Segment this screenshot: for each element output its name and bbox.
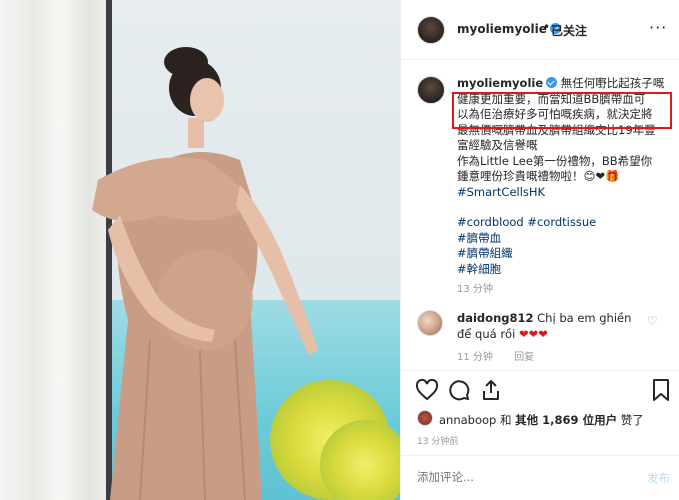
likes-and: 和 [500, 413, 512, 427]
heart-icon[interactable] [415, 378, 439, 402]
hashtag-link[interactable]: #臍帶組織 [457, 246, 669, 262]
hashtag-link[interactable]: #SmartCellsHK [457, 185, 669, 201]
caption-timestamp[interactable]: 13 分钟 [457, 280, 493, 295]
post-timestamp[interactable]: 13 分钟前 [417, 434, 458, 447]
likes-suffix: 赞了 [620, 413, 644, 427]
likes-summary: annaboop 和 其他 1,869 位用户 赞了 [439, 412, 644, 428]
liker-avatar[interactable] [417, 410, 433, 426]
caption-line-0: 無任何嘢比起孩子嘅 [560, 76, 665, 90]
caption-line-5: 作為Little Lee第一份禮物，BB希望你 [457, 153, 653, 168]
comment-meta: 11 分钟 回复 [457, 348, 552, 363]
caption-author-avatar[interactable] [417, 76, 445, 104]
caption-verified-icon [546, 77, 558, 88]
caption-line-6: 鍾意哩份珍貴嘅禮物啦！😊❤🎁 [457, 169, 620, 183]
commenter-username[interactable]: daidong812 [457, 311, 534, 325]
comment-reply-button[interactable]: 回复 [514, 352, 534, 363]
follow-status-button[interactable]: 已关注 [551, 22, 587, 39]
comment-timestamp[interactable]: 11 分钟 [457, 352, 493, 363]
comment-icon[interactable] [447, 378, 471, 402]
caption-line-4: 富經驗及信譽嘅 [457, 138, 538, 152]
more-icon[interactable]: ··· [649, 18, 667, 37]
highlight-annotation-box [452, 92, 672, 129]
separator-dot: • [543, 20, 551, 34]
post-comment-button[interactable]: 发布 [647, 470, 670, 486]
bookmark-icon[interactable] [649, 378, 673, 402]
comment-item: daidong812 Chị ba em ghiền để quá rồi ❤❤… [457, 310, 647, 342]
liker-username[interactable]: annaboop [439, 413, 496, 427]
share-icon[interactable] [479, 378, 503, 402]
likes-others-link[interactable]: 其他 1,869 位用户 [515, 413, 617, 427]
post-header: myoliemyolie • 已关注 ··· [401, 0, 679, 60]
add-comment-input[interactable] [417, 470, 617, 484]
author-username[interactable]: myoliemyolie [457, 22, 547, 36]
hashtag-link[interactable]: #cordblood #cordtissue [457, 215, 669, 231]
hashtag-link[interactable]: #臍帶血 [457, 231, 669, 247]
commenter-avatar[interactable] [417, 310, 443, 336]
comment-hearts: ❤❤❤ [518, 327, 548, 341]
caption-username[interactable]: myoliemyolie [457, 76, 543, 90]
comment-like-heart-icon[interactable]: ♡ [647, 314, 658, 328]
actions-divider [401, 370, 679, 371]
photo-woman [92, 47, 318, 500]
hashtag-link[interactable]: #幹細胞 [457, 262, 669, 278]
post-photo[interactable] [0, 0, 400, 500]
post-side-panel: myoliemyolie • 已关注 ··· myoliemyolie 無任何嘢… [400, 0, 679, 500]
author-avatar[interactable] [417, 16, 445, 44]
